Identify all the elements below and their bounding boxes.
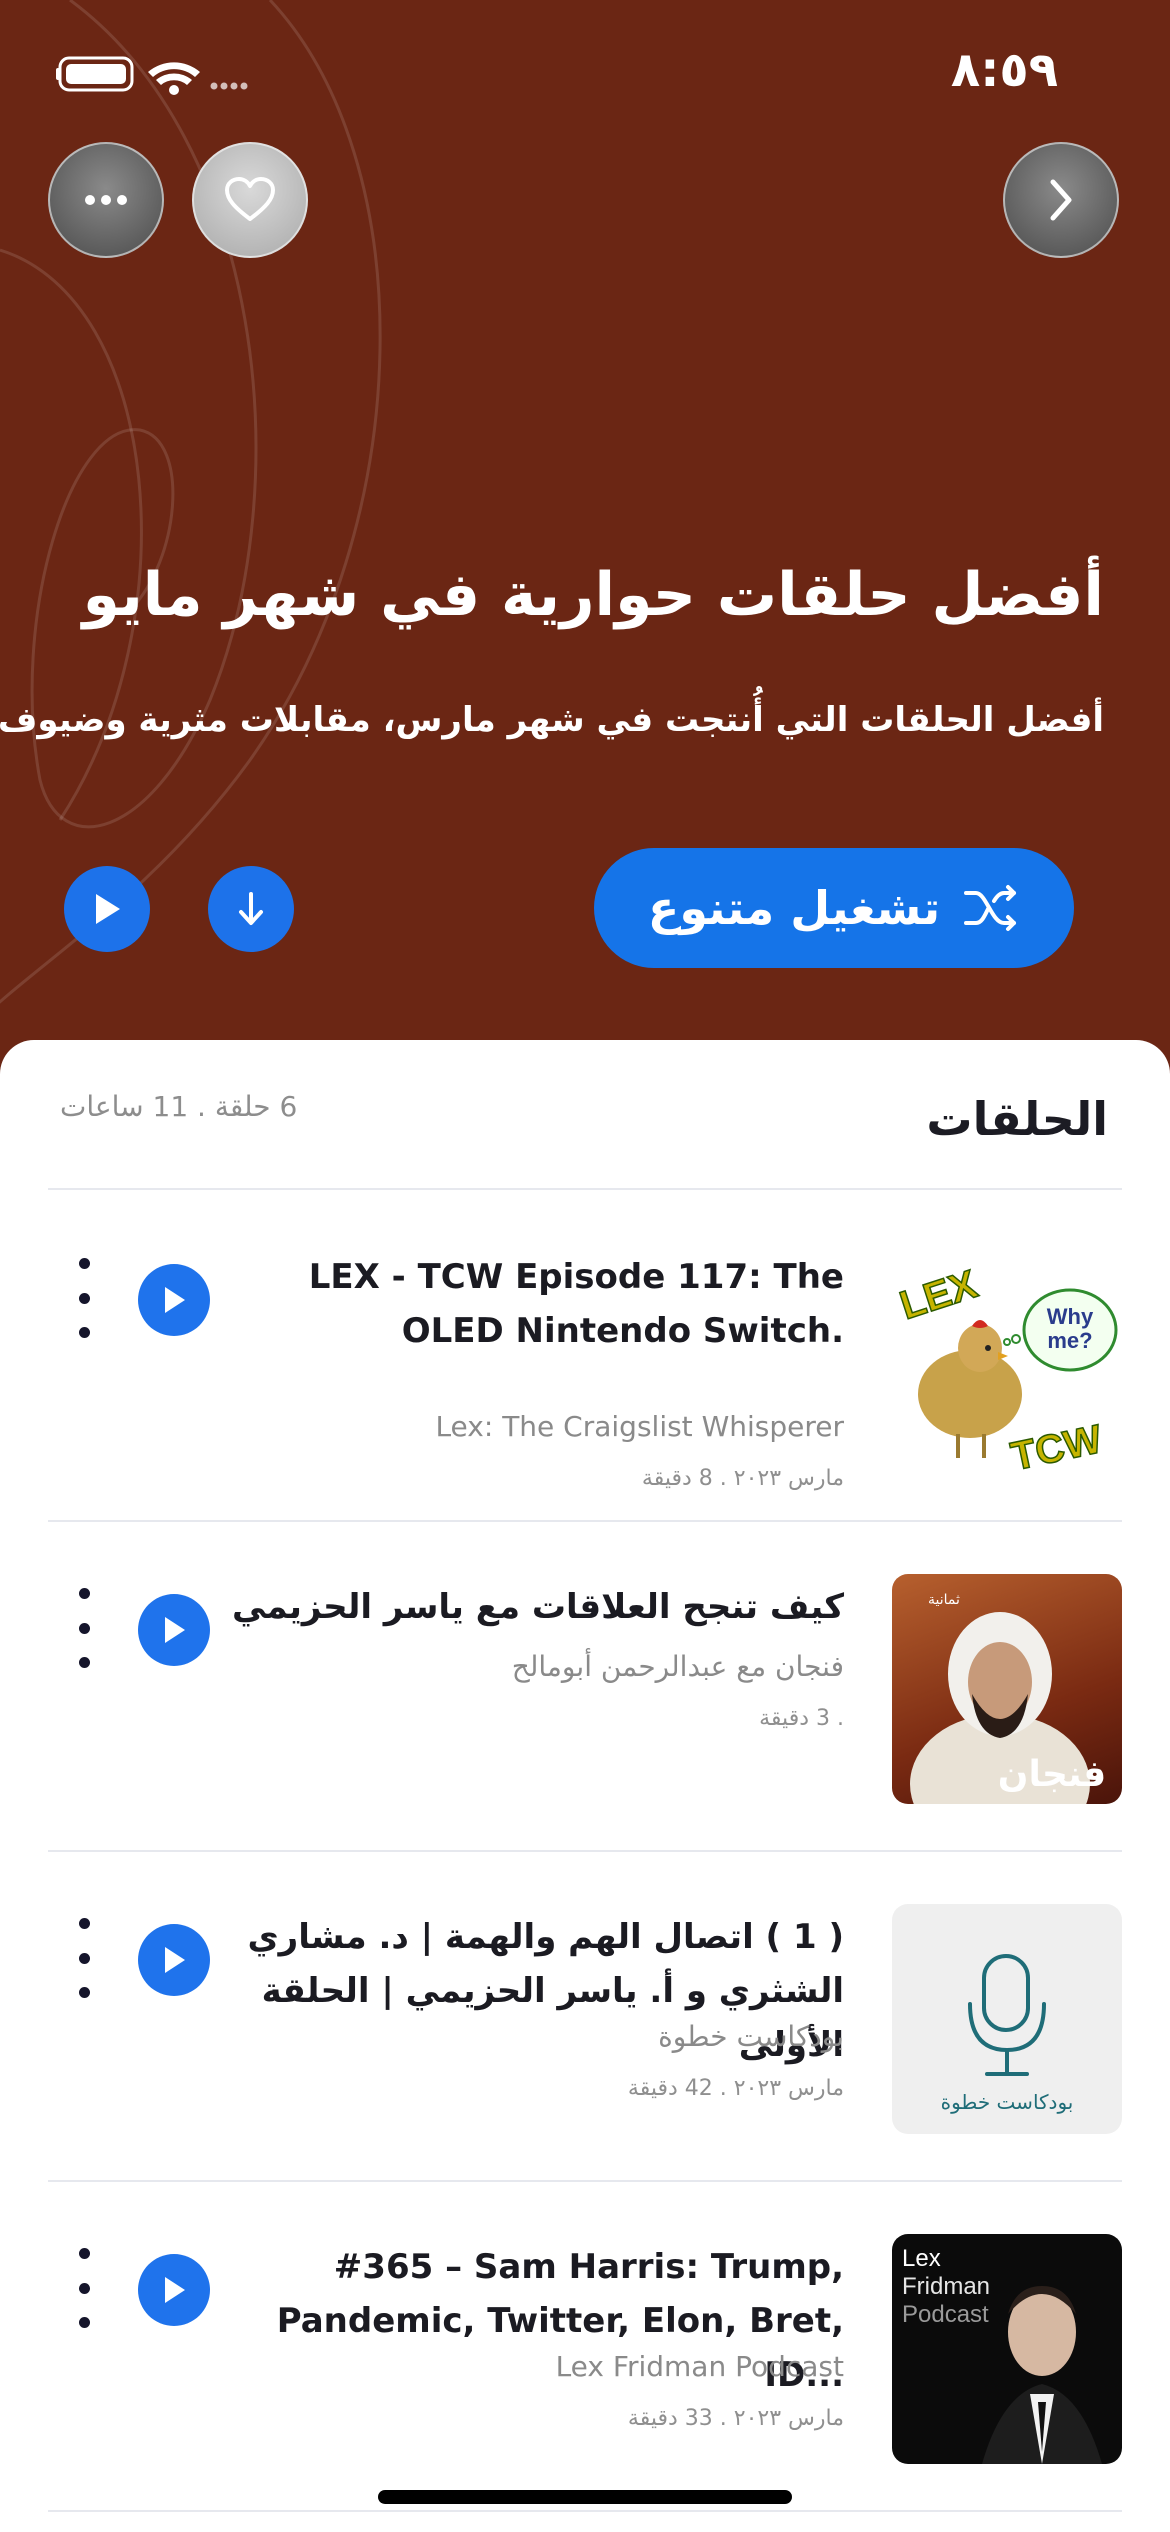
svg-text:فنجان: فنجان xyxy=(998,1754,1106,1795)
episodes-sheet: الحلقات 6 حلقة . 11 ساعات LEX Why me? TC… xyxy=(0,1040,1170,2532)
favorite-button[interactable] xyxy=(192,142,308,258)
episode-play-button[interactable] xyxy=(138,1264,210,1336)
play-all-button[interactable] xyxy=(64,866,150,952)
divider xyxy=(48,1520,1122,1522)
download-button[interactable] xyxy=(208,866,294,952)
episode-artwork: Lex Fridman Podcast xyxy=(892,2234,1122,2464)
episode-row[interactable]: LEX Why me? TCW LEX - TCW Episode 117: T… xyxy=(0,1208,1170,1538)
episode-title: كيف تنجح العلاقات مع ياسر الحزيمي xyxy=(231,1587,844,1627)
svg-text:LEX: LEX xyxy=(895,1262,983,1328)
home-indicator[interactable] xyxy=(378,2490,792,2504)
play-icon xyxy=(165,1947,185,1973)
episode-more-button[interactable] xyxy=(72,1918,96,1998)
playlist-title: أفضل حلقات حوارية في شهر مايو xyxy=(82,560,1104,630)
download-arrow-icon xyxy=(239,892,263,925)
episodes-heading: الحلقات xyxy=(926,1092,1108,1146)
play-icon xyxy=(96,894,120,924)
playlist-description: أفضل الحلقات التي أُنتجت في شهر مارس، مق… xyxy=(0,700,1104,740)
heart-icon xyxy=(225,177,275,221)
episode-play-button[interactable] xyxy=(138,1594,210,1666)
episode-show: بودكاست خطوة xyxy=(658,2020,844,2053)
episode-title: LEX - TCW Episode 117: The OLED Nintendo… xyxy=(308,1257,844,1351)
divider xyxy=(48,2510,1122,2512)
episode-date: . 3 دقيقة xyxy=(759,1706,844,1731)
episode-show: فنجان مع عبدالرحمن أبومالح xyxy=(511,1650,844,1683)
shuffle-play-label: تشغيل متنوع xyxy=(647,881,941,935)
playlist-header: ٨:٥٩ أفضل حلقات حوارية في شهر مايو أفضل … xyxy=(0,0,1170,1080)
status-icons xyxy=(56,50,266,104)
episode-artwork: LEX Why me? TCW xyxy=(892,1244,1122,1474)
episode-artwork: ثمانية فنجان xyxy=(892,1574,1122,1804)
episodes-count: 6 حلقة . 11 ساعات xyxy=(60,1090,298,1123)
divider xyxy=(48,2180,1122,2182)
episode-date: مارس ٢٠٢٣ . 33 دقيقة xyxy=(627,2406,844,2431)
wifi-icon xyxy=(148,62,200,95)
more-horizontal-icon xyxy=(85,195,127,205)
play-icon xyxy=(165,1287,185,1313)
play-icon xyxy=(165,2277,185,2303)
episode-row[interactable]: بودكاست خطوة ( 1 ) اتصال الهم والهمة | د… xyxy=(0,1868,1170,2198)
battery-icon xyxy=(56,56,134,92)
shuffle-icon xyxy=(964,885,1017,931)
divider xyxy=(48,1188,1122,1190)
svg-text:Podcast: Podcast xyxy=(902,2301,989,2328)
back-button[interactable] xyxy=(1003,142,1119,258)
episode-play-button[interactable] xyxy=(138,2254,210,2326)
play-icon xyxy=(165,1617,185,1643)
divider xyxy=(48,1850,1122,1852)
svg-text:TCW: TCW xyxy=(1007,1417,1105,1474)
svg-text:me?: me? xyxy=(1047,1328,1092,1353)
svg-text:بودكاست خطوة: بودكاست خطوة xyxy=(941,2090,1074,2114)
episode-date: مارس ٢٠٢٣ . 8 دقيقة xyxy=(641,1466,844,1491)
signal-icon xyxy=(210,82,248,90)
svg-text:Why: Why xyxy=(1047,1304,1094,1329)
episode-artwork: بودكاست خطوة xyxy=(892,1904,1122,2134)
svg-text:Lex: Lex xyxy=(902,2245,941,2272)
episode-show: Lex: The Craigslist Whisperer xyxy=(435,1410,844,1443)
episode-row[interactable]: Lex Fridman Podcast #365 – Sam Harris: T… xyxy=(0,2198,1170,2528)
more-options-button[interactable] xyxy=(48,142,164,258)
episode-more-button[interactable] xyxy=(72,1258,96,1338)
shuffle-play-button[interactable]: تشغيل متنوع xyxy=(594,848,1074,968)
chevron-right-icon xyxy=(1050,179,1072,221)
episode-show: Lex Fridman Podcast xyxy=(555,2350,844,2383)
episode-date: مارس ٢٠٢٣ . 42 دقيقة xyxy=(627,2076,844,2101)
episode-more-button[interactable] xyxy=(72,1588,96,1668)
episode-play-button[interactable] xyxy=(138,1924,210,1996)
episode-row[interactable]: ثمانية فنجان كيف تنجح العلاقات مع ياسر ا… xyxy=(0,1538,1170,1868)
episode-more-button[interactable] xyxy=(72,2248,96,2328)
svg-text:ثمانية: ثمانية xyxy=(928,1592,960,1608)
status-time: ٨:٥٩ xyxy=(950,42,1058,98)
svg-text:Fridman: Fridman xyxy=(902,2273,990,2300)
